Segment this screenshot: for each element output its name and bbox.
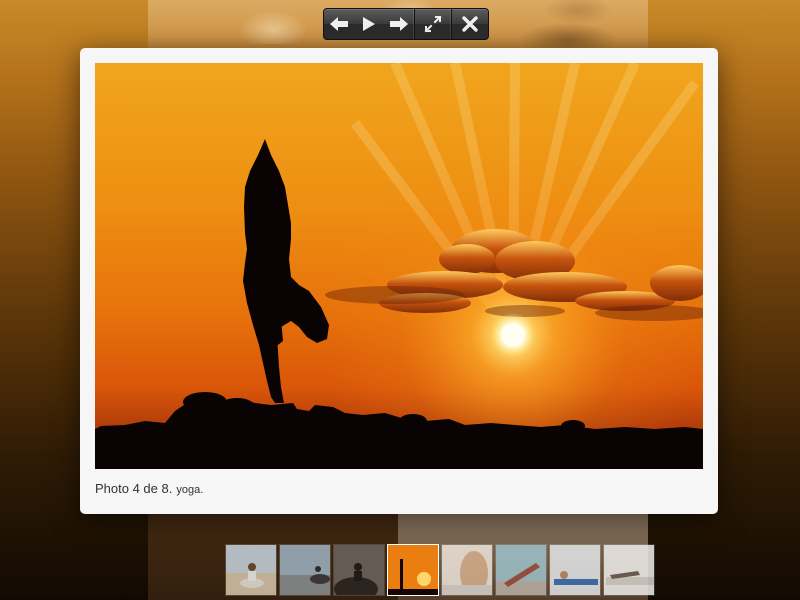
thumbnail-2-image: [280, 545, 330, 595]
thumbnail-8[interactable]: [603, 544, 655, 596]
lightbox-panel: Photo 4 de 8. yoga.: [80, 48, 718, 514]
arrow-left-icon: [330, 17, 348, 31]
thumbnail-7-image: [550, 545, 600, 595]
background-rocks: [518, 10, 618, 48]
thumbnail-7[interactable]: [549, 544, 601, 596]
main-photo: [95, 63, 703, 469]
view-controls: [414, 9, 451, 39]
thumbnail-2[interactable]: [279, 544, 331, 596]
thumbnail-1[interactable]: [225, 544, 277, 596]
thumbnail-3-image: [334, 545, 384, 595]
arrow-right-icon: [390, 17, 408, 31]
thumbnail-3[interactable]: [333, 544, 385, 596]
fullscreen-button[interactable]: [415, 9, 451, 39]
navigation-controls: [324, 9, 414, 39]
close-controls: [451, 9, 488, 39]
next-button[interactable]: [384, 9, 414, 39]
thumbnail-8-image: [604, 545, 654, 595]
thumbnail-4-image: [388, 545, 438, 595]
photo-counter: Photo 4 de 8.: [95, 481, 173, 496]
thumbnail-6-image: [496, 545, 546, 595]
play-button[interactable]: [354, 9, 384, 39]
close-button[interactable]: [452, 9, 488, 39]
thumbnail-4[interactable]: [387, 544, 439, 596]
play-icon: [363, 17, 375, 31]
photo-title: yoga.: [176, 484, 204, 496]
thumbnail-5-image: [442, 545, 492, 595]
thumbnail-5[interactable]: [441, 544, 493, 596]
expand-icon: [424, 15, 442, 33]
thumbnail-1-image: [226, 545, 276, 595]
thumbnail-6[interactable]: [495, 544, 547, 596]
photo-caption: Photo 4 de 8. yoga.: [95, 481, 203, 496]
close-icon: [462, 16, 478, 32]
thumbnail-strip: [225, 544, 655, 596]
background-yoga-figure: [228, 0, 318, 44]
previous-button[interactable]: [324, 9, 354, 39]
slideshow-controls: [323, 8, 489, 40]
